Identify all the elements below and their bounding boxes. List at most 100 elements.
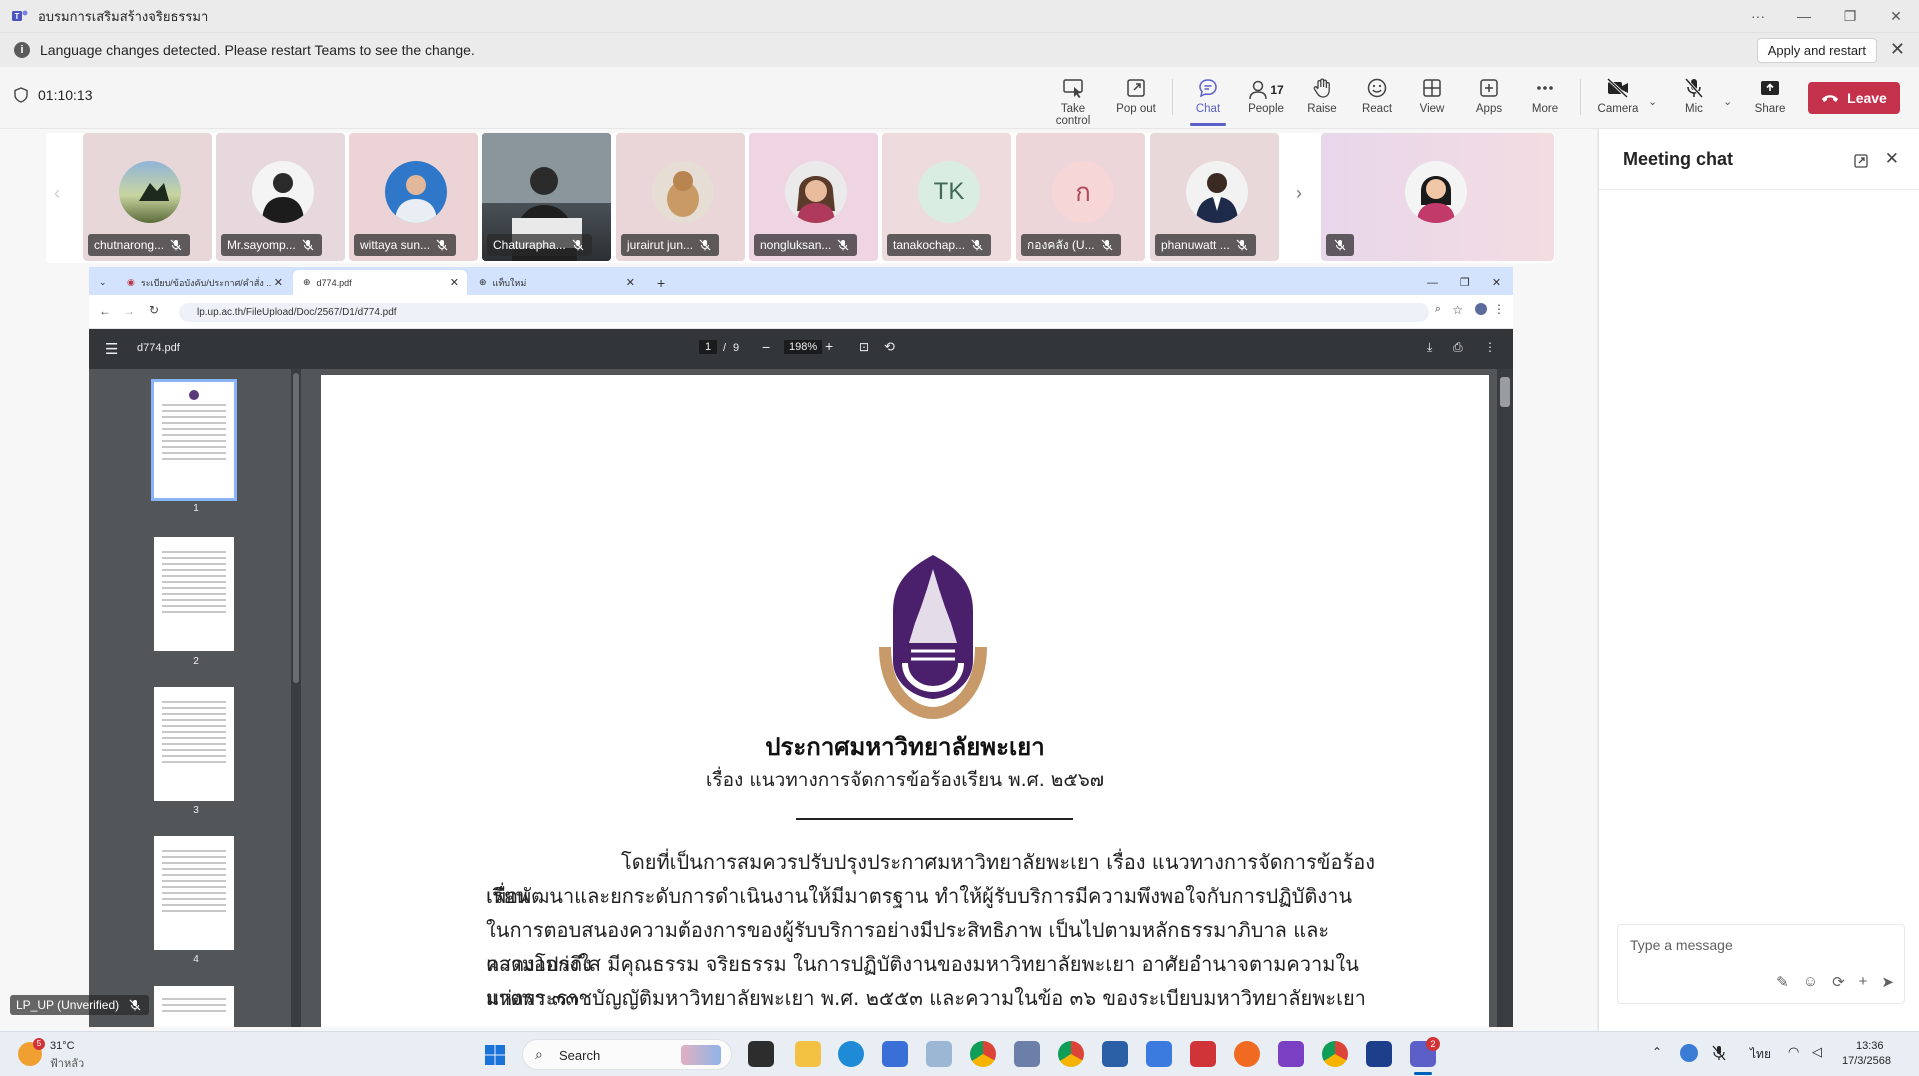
chat-input-placeholder[interactable]: Type a message xyxy=(1630,937,1733,953)
participant-tile[interactable]: Mr.sayomp... xyxy=(216,133,345,261)
participant-tile[interactable]: jurairut jun... xyxy=(616,133,745,261)
zoom-out-icon[interactable]: − xyxy=(762,339,770,355)
clock-time[interactable]: 13:36 xyxy=(1856,1040,1884,1052)
send-icon[interactable]: ➤ xyxy=(1881,973,1894,991)
restore-button[interactable]: ❐ xyxy=(1827,8,1873,25)
app-icon[interactable] xyxy=(1366,1041,1392,1067)
file-explorer-icon[interactable] xyxy=(795,1041,821,1067)
page-thumbnail[interactable] xyxy=(154,836,234,950)
close-chat-icon[interactable]: ✕ xyxy=(1885,149,1899,169)
url-field[interactable]: lp.up.ac.th/FileUpload/Doc/2567/D1/d774.… xyxy=(179,303,1429,322)
participant-tile[interactable]: nongluksan... xyxy=(749,133,878,261)
edge-icon[interactable] xyxy=(838,1041,864,1067)
close-tab-icon[interactable]: ✕ xyxy=(274,276,283,289)
participant-tile[interactable]: wittaya sun... xyxy=(349,133,478,261)
tab-list-chevron-icon[interactable]: ⌄ xyxy=(89,270,115,295)
mic-button[interactable]: Mic xyxy=(1666,77,1722,115)
page-number-input[interactable]: 1 xyxy=(699,340,718,354)
clock-date[interactable]: 17/3/2568 xyxy=(1842,1055,1891,1067)
more-button[interactable]: More xyxy=(1517,77,1573,115)
onedrive-icon[interactable] xyxy=(1680,1044,1698,1062)
download-icon[interactable]: ⤓ xyxy=(1427,340,1432,355)
browser-tab[interactable]: ◉ ระเบียบ/ข้อบังคับ/ประกาศ/คำสั่ง ... ✕ xyxy=(117,270,291,295)
minimize-button[interactable]: — xyxy=(1781,8,1827,24)
new-tab-icon[interactable]: + xyxy=(647,270,675,295)
participant-tile[interactable]: chutnarong... xyxy=(83,133,212,261)
apply-and-restart-button[interactable]: Apply and restart xyxy=(1756,38,1877,63)
close-tab-icon[interactable]: ✕ xyxy=(626,276,635,289)
page-thumbnail[interactable] xyxy=(151,379,237,501)
people-button[interactable]: 17 People xyxy=(1237,77,1295,115)
close-tab-icon[interactable]: ✕ xyxy=(450,276,459,289)
store-icon[interactable] xyxy=(882,1041,908,1067)
rotate-icon[interactable]: ⟲ xyxy=(884,339,895,355)
apps-button[interactable]: Apps xyxy=(1461,77,1517,115)
mic-options-chevron-icon[interactable]: ⌄ xyxy=(1723,95,1732,108)
strip-prev-arrow-icon[interactable]: ‹ xyxy=(54,183,60,204)
more-options-icon[interactable]: ··· xyxy=(1735,8,1781,24)
zoom-icon[interactable]: ⌕ xyxy=(1435,303,1441,316)
format-icon[interactable]: ✎ xyxy=(1776,973,1789,991)
app-icon[interactable] xyxy=(926,1041,952,1067)
close-window-button[interactable]: ✕ xyxy=(1873,8,1919,25)
calculator-icon[interactable] xyxy=(1146,1041,1172,1067)
strip-next-arrow-icon[interactable]: › xyxy=(1296,183,1302,204)
app-icon[interactable] xyxy=(1102,1041,1128,1067)
taskbar-search-box[interactable]: ⌕ Search xyxy=(522,1039,732,1070)
firefox-icon[interactable] xyxy=(1234,1041,1260,1067)
participant-tile[interactable]: Chaturapha... xyxy=(482,133,611,261)
chat-compose-box[interactable]: Type a message ✎ ☺ ⟳ + ➤ xyxy=(1617,924,1905,1004)
fit-page-icon[interactable]: ⊡ xyxy=(859,340,869,354)
profile-icon[interactable] xyxy=(1475,303,1487,315)
tray-chevron-icon[interactable]: ⌃ xyxy=(1652,1045,1662,1059)
raise-hand-button[interactable]: Raise xyxy=(1294,77,1350,115)
restore-icon[interactable]: ❐ xyxy=(1460,276,1470,289)
forward-icon[interactable]: → xyxy=(123,304,135,318)
share-button[interactable]: Share xyxy=(1742,77,1798,115)
browser-window-controls[interactable]: — ❐ ✕ xyxy=(1417,270,1511,295)
visual-studio-icon[interactable] xyxy=(1278,1041,1304,1067)
back-icon[interactable]: ← xyxy=(99,304,111,318)
loop-icon[interactable]: ⟳ xyxy=(1832,973,1845,991)
close-icon[interactable]: ✕ xyxy=(1492,276,1501,289)
pop-out-chat-icon[interactable] xyxy=(1853,153,1869,169)
react-button[interactable]: React xyxy=(1349,77,1405,115)
participant-tile[interactable]: phanuwatt ... xyxy=(1150,133,1279,261)
sidebar-menu-icon[interactable]: ☰ xyxy=(105,340,118,358)
participant-tile[interactable]: ก กองคลัง (U... xyxy=(1016,133,1145,261)
reload-icon[interactable]: ↻ xyxy=(149,303,159,317)
chrome-icon[interactable] xyxy=(1322,1041,1348,1067)
attach-plus-icon[interactable]: + xyxy=(1859,973,1868,991)
leave-button[interactable]: Leave xyxy=(1808,82,1900,114)
task-view-icon[interactable] xyxy=(748,1041,774,1067)
app-icon[interactable] xyxy=(1014,1041,1040,1067)
browser-tab-active[interactable]: ⊕ d774.pdf ✕ xyxy=(293,270,467,295)
pop-out-button[interactable]: Pop out xyxy=(1108,77,1164,115)
participant-tile[interactable] xyxy=(1321,133,1554,261)
sidebar-scrollbar[interactable] xyxy=(291,369,301,1027)
print-icon[interactable]: ⎙ xyxy=(1453,340,1463,355)
zoom-in-icon[interactable]: + xyxy=(825,338,833,354)
browser-menu-icon[interactable]: ⋮ xyxy=(1493,302,1505,316)
view-button[interactable]: View xyxy=(1404,77,1460,115)
volume-icon[interactable]: ◁ xyxy=(1812,1044,1822,1060)
pdf-more-icon[interactable]: ⋮ xyxy=(1484,340,1496,354)
wifi-icon[interactable]: ◠ xyxy=(1788,1044,1799,1060)
camera-options-chevron-icon[interactable]: ⌄ xyxy=(1648,95,1657,108)
emoji-icon[interactable]: ☺ xyxy=(1803,973,1818,991)
dismiss-notice-icon[interactable]: ✕ xyxy=(1890,39,1905,60)
camera-button[interactable]: Camera xyxy=(1590,77,1646,115)
pdf-scrollbar[interactable] xyxy=(1497,369,1513,1027)
zoom-level-input[interactable]: 198% xyxy=(784,340,823,354)
windows-start-icon[interactable] xyxy=(484,1044,506,1066)
app-icon[interactable] xyxy=(1190,1041,1216,1067)
participant-tile[interactable]: TK tanakochap... xyxy=(882,133,1011,261)
chrome-icon[interactable] xyxy=(970,1041,996,1067)
take-control-button[interactable]: Take control xyxy=(1045,77,1101,127)
chat-button[interactable]: Chat xyxy=(1180,77,1236,126)
page-thumbnail[interactable] xyxy=(154,687,234,801)
minimize-icon[interactable]: — xyxy=(1427,277,1438,289)
input-language[interactable]: ไทย xyxy=(1750,1045,1771,1064)
mic-muted-tray-icon[interactable] xyxy=(1712,1045,1726,1061)
chrome-icon[interactable] xyxy=(1058,1041,1084,1067)
